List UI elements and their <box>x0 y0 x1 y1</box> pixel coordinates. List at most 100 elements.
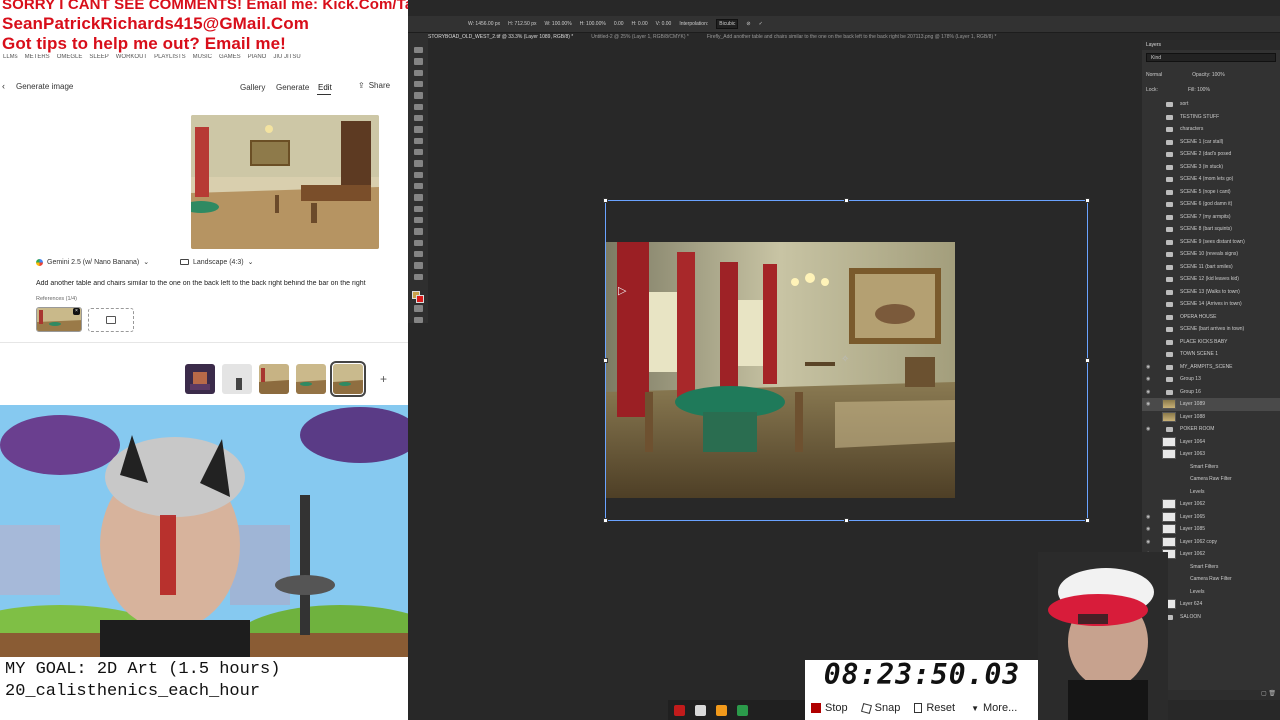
layer-group-row[interactable]: characters <box>1142 123 1280 136</box>
tab-generate[interactable]: Generate <box>276 83 309 92</box>
pen-tool-icon[interactable] <box>413 205 423 212</box>
eyedropper-tool-icon[interactable] <box>413 103 423 110</box>
opacity-field[interactable]: Opacity: 100% <box>1192 72 1225 78</box>
bookmark[interactable]: LLMs <box>3 54 18 66</box>
layer-group-row[interactable]: ◉ POKER ROOM <box>1142 423 1280 436</box>
generated-image-preview[interactable] <box>191 115 379 249</box>
prompt-input[interactable]: Add another table and chairs similar to … <box>36 280 408 287</box>
layer-row[interactable]: Layer 1088 <box>1142 411 1280 424</box>
screen-mode-icon[interactable] <box>413 316 423 324</box>
canvas-area[interactable]: ✧ ▷ <box>428 46 1140 666</box>
add-reference-button[interactable] <box>88 308 134 332</box>
layer-group-row[interactable]: ◉ Group 16 <box>1142 386 1280 399</box>
transform-handle[interactable] <box>603 198 608 203</box>
layer-group-row[interactable]: sort <box>1142 98 1280 111</box>
model-selector[interactable]: Gemini 2.5 (w/ Nano Banana) ⌄ <box>36 258 149 266</box>
hand-tool-icon[interactable] <box>413 250 423 258</box>
path-selection-icon[interactable] <box>413 228 423 235</box>
tab-edit[interactable]: Edit <box>318 83 332 92</box>
history-thumbnail[interactable] <box>259 364 289 394</box>
layer-group-row[interactable]: OPERA HOUSE <box>1142 311 1280 324</box>
explorer-icon[interactable] <box>695 704 706 716</box>
document-tab[interactable]: STORYBOAD_OLD_WEST_2.tif @ 33.3% (Layer … <box>428 34 573 46</box>
layer-group-row[interactable]: SCENE 14 (Arrives in town) <box>1142 298 1280 311</box>
commit-check-icon[interactable]: ✓ <box>759 21 763 27</box>
healing-tool-icon[interactable] <box>413 114 423 122</box>
color-swatches[interactable] <box>412 290 424 303</box>
layer-group-row[interactable]: SCENE 9 (sees distant town) <box>1142 236 1280 249</box>
layer-group-row[interactable]: TOWN SCENE 1 <box>1142 348 1280 361</box>
visibility-eye-icon[interactable]: ◉ <box>1146 536 1152 549</box>
crop-tool-icon[interactable] <box>413 92 423 99</box>
layer-group-row[interactable]: PLACE KICKS BABY <box>1142 336 1280 349</box>
layer-filter-select[interactable]: Kind <box>1146 53 1276 62</box>
history-thumbnail-selected[interactable] <box>330 361 366 397</box>
layer-row[interactable]: Levels <box>1142 486 1280 499</box>
visibility-eye-icon[interactable]: ◉ <box>1146 361 1152 374</box>
gradient-tool-icon[interactable] <box>413 171 423 178</box>
transform-handle[interactable] <box>1085 358 1090 363</box>
layer-row[interactable]: ◉ Layer 1085 <box>1142 523 1280 536</box>
transform-handle[interactable] <box>844 518 849 523</box>
transform-handle[interactable] <box>844 198 849 203</box>
visibility-eye-icon[interactable]: ◉ <box>1146 373 1152 386</box>
move-tool-icon[interactable] <box>413 47 423 54</box>
fill-field[interactable]: Fill: 100% <box>1188 87 1210 93</box>
layer-group-row[interactable]: SCENE 13 (Walks to town) <box>1142 286 1280 299</box>
cancel-icon[interactable]: ⊘ <box>746 21 750 27</box>
layer-group-row[interactable]: SCENE 10 (reveals signs) <box>1142 248 1280 261</box>
layer-group-row[interactable]: SCENE 6 (god damn it) <box>1142 198 1280 211</box>
shape-tool-icon[interactable] <box>413 239 423 246</box>
marquee-tool-icon[interactable] <box>413 58 423 65</box>
close-icon[interactable]: × <box>73 308 80 315</box>
layer-group-row[interactable]: SCENE 3 (in stuck) <box>1142 161 1280 174</box>
history-thumbnail[interactable] <box>296 364 326 394</box>
background-color-swatch[interactable] <box>416 294 424 303</box>
bookmark[interactable]: PLAYLISTS <box>154 54 186 66</box>
history-thumbnail[interactable] <box>222 364 252 394</box>
tab-gallery[interactable]: Gallery <box>240 83 265 92</box>
document-tab[interactable]: Untitled-2 @ 25% (Layer 1, RGB/8/CMYK) * <box>591 34 689 46</box>
layer-group-row[interactable]: SCENE 2 (dad's posed <box>1142 148 1280 161</box>
brush-tool-icon[interactable] <box>413 126 423 133</box>
layer-group-row[interactable]: SCENE 5 (nope i cant) <box>1142 186 1280 199</box>
layer-group-row[interactable]: TESTING STUFF <box>1142 111 1280 124</box>
layer-row[interactable]: ◉ Layer 1065 <box>1142 511 1280 524</box>
blend-mode-select[interactable]: Normal <box>1146 72 1162 78</box>
layer-group-row[interactable]: SCENE 7 (my armpits) <box>1142 211 1280 224</box>
magic-wand-tool-icon[interactable] <box>413 80 423 88</box>
option-field[interactable]: W: 100.00% <box>545 21 572 27</box>
transform-handle[interactable] <box>603 518 608 523</box>
option-field[interactable]: H: 712.50 px <box>508 21 536 27</box>
layer-group-row[interactable]: SCENE 8 (bart squints) <box>1142 223 1280 236</box>
bookmark[interactable]: WORKOUT <box>116 54 147 66</box>
bookmark[interactable]: MUSIC <box>193 54 212 66</box>
layer-group-row[interactable]: ◉ Group 13 <box>1142 373 1280 386</box>
visibility-eye-icon[interactable]: ◉ <box>1146 398 1152 411</box>
layer-row[interactable]: ◉ Layer 1062 copy <box>1142 536 1280 549</box>
layer-group-row[interactable]: SCENE 11 (bart smiles) <box>1142 261 1280 274</box>
add-icon[interactable]: + <box>380 372 387 386</box>
document-tab[interactable]: Firefly_Add another table and chairs sim… <box>707 34 997 46</box>
more-tools-icon[interactable] <box>413 273 423 280</box>
layer-row[interactable]: Layer 1062 <box>1142 498 1280 511</box>
stop-button[interactable]: Stop <box>811 702 848 714</box>
vlc-icon[interactable] <box>716 704 727 716</box>
layer-row[interactable]: Camera Raw Filter <box>1142 473 1280 486</box>
layers-panel-title[interactable]: Layers <box>1142 40 1280 50</box>
visibility-eye-icon[interactable]: ◉ <box>1146 386 1152 399</box>
transform-handle[interactable] <box>603 358 608 363</box>
option-field[interactable]: W: 1456.00 px <box>468 21 500 27</box>
visibility-eye-icon[interactable]: ◉ <box>1146 423 1152 436</box>
blur-tool-icon[interactable] <box>413 182 423 190</box>
option-field[interactable]: 0.00 <box>614 21 624 27</box>
transform-handle[interactable] <box>1085 518 1090 523</box>
layer-group-row[interactable]: SCENE 1 (car stall) <box>1142 136 1280 149</box>
aspect-ratio-selector[interactable]: Landscape (4:3) ⌄ <box>180 258 253 266</box>
quick-mask-icon[interactable] <box>413 305 423 312</box>
history-brush-icon[interactable] <box>413 148 423 156</box>
bookmark[interactable]: SLEEP <box>89 54 108 66</box>
history-thumbnail[interactable] <box>185 364 215 394</box>
trash-icon[interactable]: 🗑 <box>1268 691 1276 697</box>
bookmark[interactable]: PIANO <box>248 54 267 66</box>
